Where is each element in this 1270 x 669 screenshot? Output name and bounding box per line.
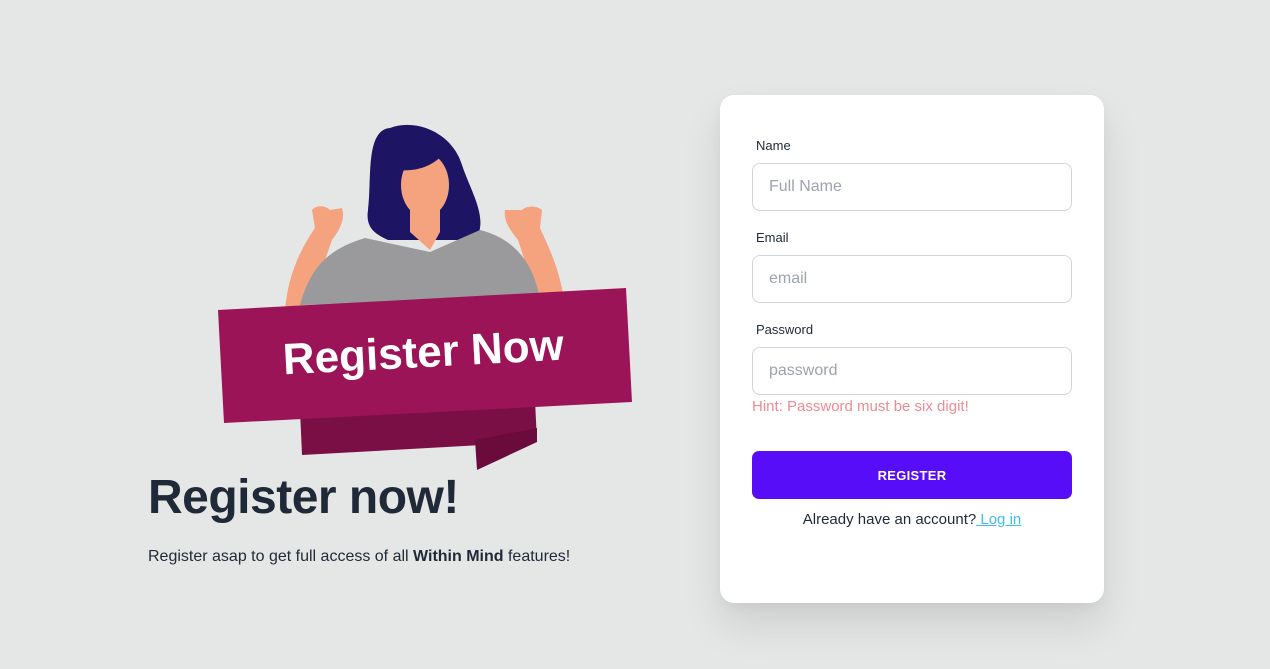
register-button[interactable]: REGISTER [752,451,1072,499]
login-link[interactable]: Log in [976,511,1021,528]
name-label: Name [756,138,791,153]
email-label: Email [756,230,789,245]
name-input[interactable] [752,163,1072,211]
login-prompt: Already have an account? Log in [720,511,1104,528]
password-hint: Hint: Password must be six digit! [752,398,969,415]
page-subtitle: Register asap to get full access of all … [148,548,570,566]
account-prompt-text: Already have an account? [802,511,977,528]
register-form-card: Name Email Password Hint: Password must … [720,95,1104,603]
email-input[interactable] [752,255,1072,303]
subtitle-prefix: Register asap to get full access of all [148,548,414,565]
password-label: Password [756,322,814,337]
shirt-shape [300,230,540,305]
register-now-illustration: Register Now [218,124,632,470]
password-input[interactable] [752,347,1072,395]
brand-name: Within Mind [413,548,504,565]
subtitle-suffix: features! [503,548,571,565]
register-page: Register Now Register now! Register asap… [0,0,1270,669]
page-title: Register now! [148,471,459,524]
